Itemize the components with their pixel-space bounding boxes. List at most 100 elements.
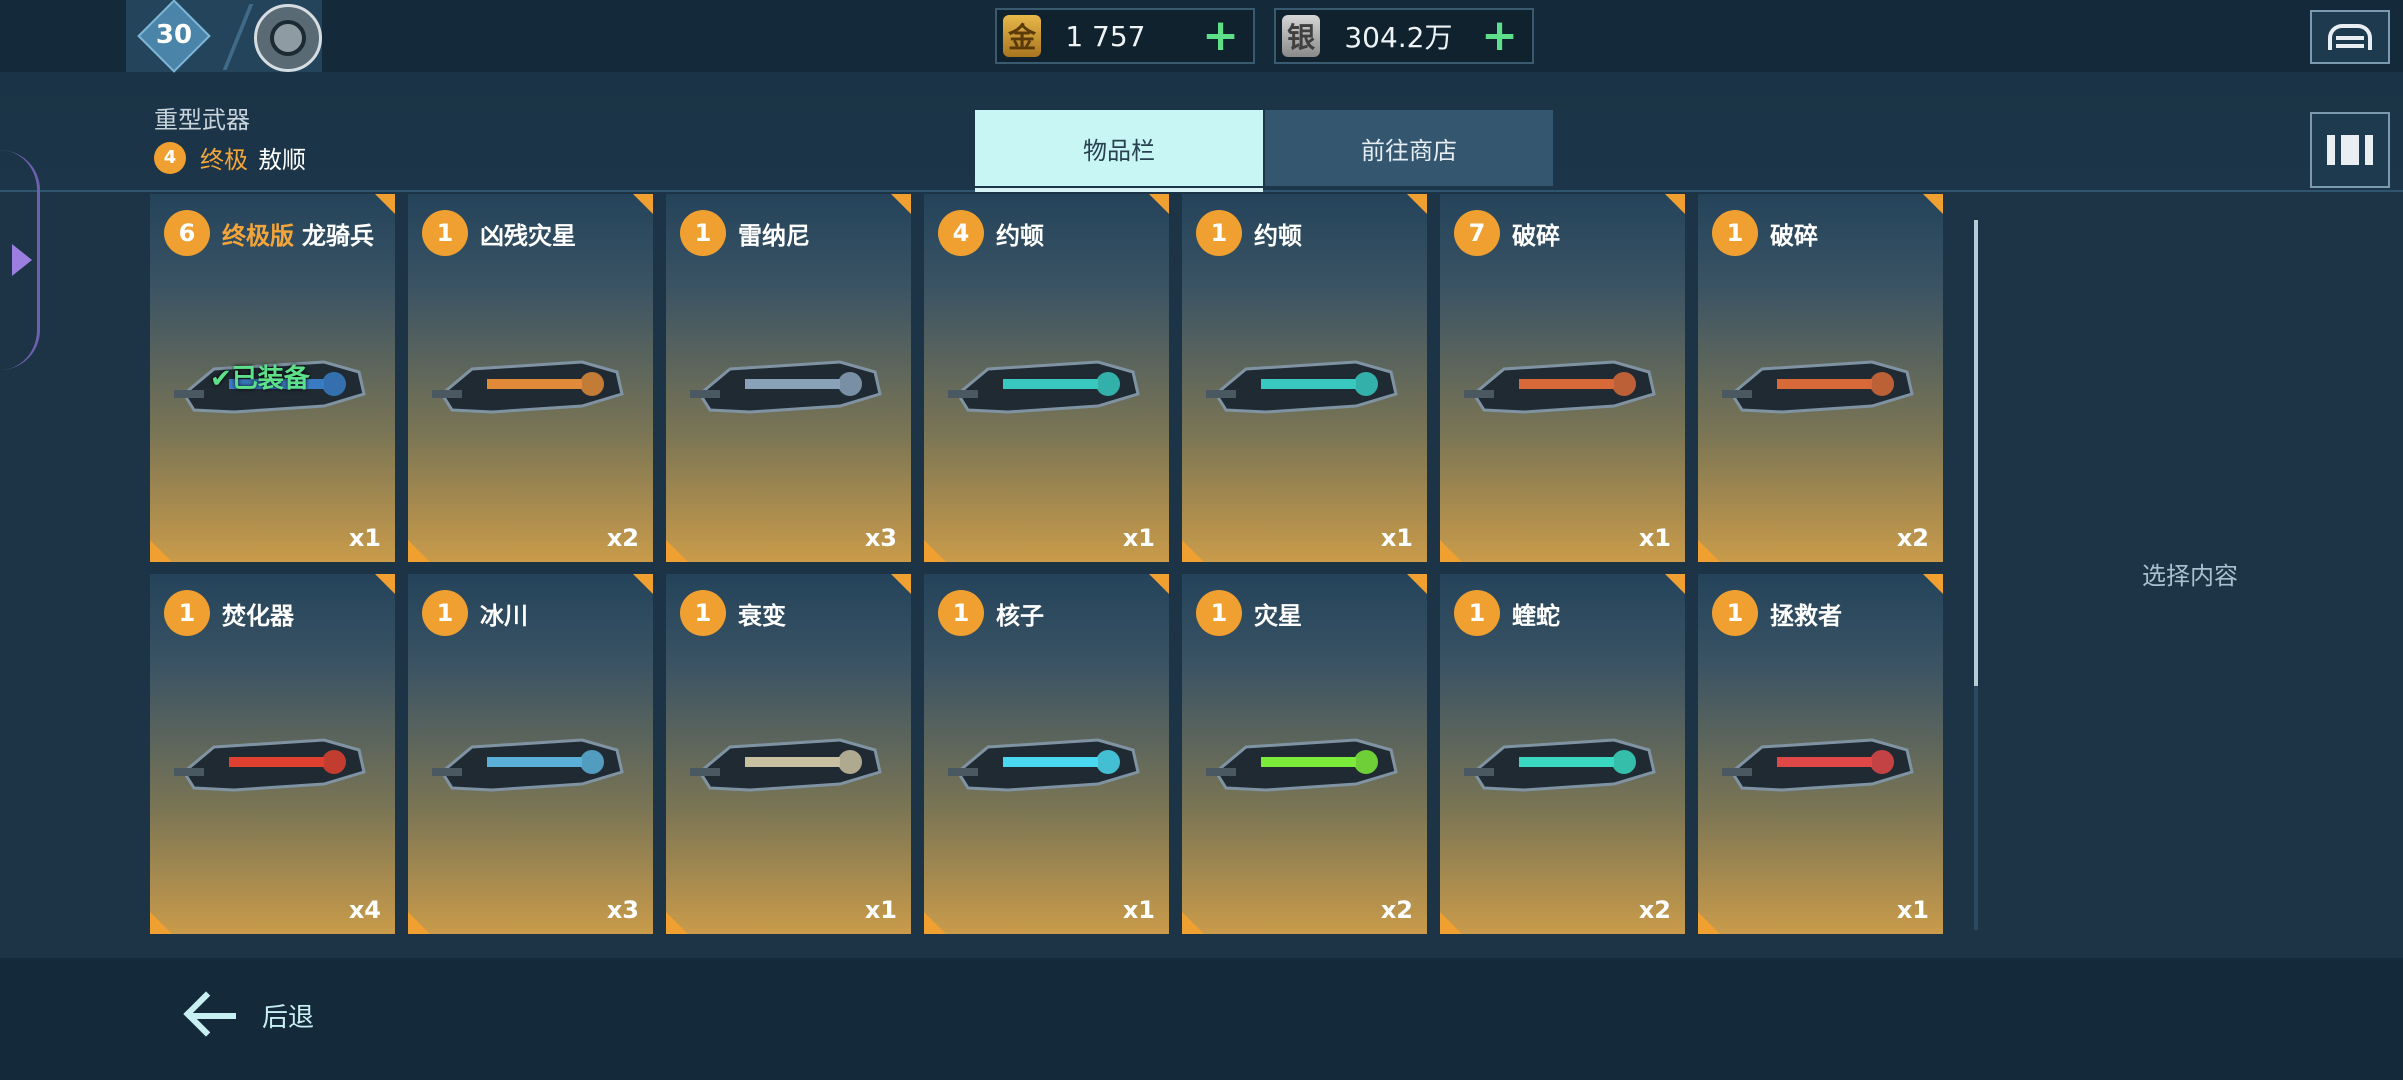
item-card[interactable]: 1 拯救者 x1	[1698, 574, 1943, 934]
item-quantity: x1	[1122, 896, 1155, 924]
item-level-badge: 1	[1196, 210, 1242, 256]
card-corner	[633, 194, 653, 214]
weapon-icon	[1206, 360, 1398, 414]
item-card[interactable]: 6 终极版 龙骑兵 ✔已装备 x1	[150, 194, 395, 562]
card-header: 1 衰变	[680, 590, 786, 636]
card-corner	[924, 912, 946, 934]
scrollbar-track[interactable]	[1974, 686, 1978, 930]
item-name: 拯救者	[1770, 601, 1842, 630]
item-card[interactable]: 1 核子 x1	[924, 574, 1169, 934]
item-card[interactable]: 1 衰变 x1	[666, 574, 911, 934]
item-name: 灾星	[1254, 601, 1302, 630]
player-level: 30	[155, 20, 193, 50]
item-name: 核子	[996, 601, 1044, 630]
item-name: 冰川	[480, 601, 528, 630]
item-level-badge: 6	[164, 210, 210, 256]
card-corner	[375, 194, 395, 214]
garage-icon	[2328, 24, 2372, 50]
item-level-badge: 1	[164, 590, 210, 636]
category-title: 重型武器	[154, 106, 250, 134]
item-name: 龙骑兵	[302, 221, 374, 250]
weapon-icon	[432, 738, 624, 792]
card-corner	[666, 540, 688, 562]
add-silver-button[interactable]: +	[1481, 14, 1518, 58]
weapon-icon	[690, 738, 882, 792]
scrollbar-thumb[interactable]	[1974, 220, 1978, 686]
active-tab-indicator	[975, 188, 1263, 192]
item-level-badge: 1	[1712, 210, 1758, 256]
item-level-badge: 1	[1196, 590, 1242, 636]
tab-inventory[interactable]: 物品栏	[975, 110, 1263, 186]
item-card[interactable]: 4 约顿 x1	[924, 194, 1169, 562]
card-corner	[1440, 540, 1462, 562]
item-level-badge: 1	[422, 590, 468, 636]
item-level-badge: 4	[938, 210, 984, 256]
item-name: 破碎	[1512, 221, 1560, 250]
weapon-icon	[948, 360, 1140, 414]
item-card[interactable]: 1 焚化器 x4	[150, 574, 395, 934]
item-name: 凶残灾星	[480, 221, 576, 250]
item-level-badge: 1	[422, 210, 468, 256]
item-quantity: x2	[606, 524, 639, 552]
item-card[interactable]: 1 凶残灾星 x2	[408, 194, 653, 562]
card-header: 1 冰川	[422, 590, 528, 636]
item-card[interactable]: 1 蝰蛇 x2	[1440, 574, 1685, 934]
card-header: 1 破碎	[1712, 210, 1818, 256]
card-corner	[924, 540, 946, 562]
item-quantity: x1	[1380, 524, 1413, 552]
card-corner	[1149, 194, 1169, 214]
card-header: 1 雷纳尼	[680, 210, 810, 256]
item-card[interactable]: 1 雷纳尼 x3	[666, 194, 911, 562]
item-name: 约顿	[1254, 221, 1302, 250]
item-card[interactable]: 1 灾星 x2	[1182, 574, 1427, 934]
weapon-icon	[1464, 360, 1656, 414]
item-quantity: x1	[1638, 524, 1671, 552]
tab-shop[interactable]: 前往商店	[1265, 110, 1553, 186]
card-header: 4 约顿	[938, 210, 1044, 256]
item-card[interactable]: 7 破碎 x1	[1440, 194, 1685, 562]
card-corner	[666, 912, 688, 934]
add-gold-button[interactable]: +	[1202, 14, 1239, 58]
back-label: 后退	[262, 1002, 315, 1033]
item-quantity: x2	[1380, 896, 1413, 924]
back-button[interactable]: 后退	[184, 990, 314, 1040]
card-corner	[1182, 912, 1204, 934]
item-card[interactable]: 1 破碎 x2	[1698, 194, 1943, 562]
expand-arrow-icon	[12, 244, 32, 276]
gold-currency: 金 1 757 +	[995, 8, 1255, 64]
item-card[interactable]: 1 冰川 x3	[408, 574, 653, 934]
card-header: 1 蝰蛇	[1454, 590, 1560, 636]
card-header: 1 灾星	[1196, 590, 1302, 636]
card-header: 1 约顿	[1196, 210, 1302, 256]
equipped-label: ✔已装备	[210, 364, 310, 394]
view-toggle-button[interactable]	[2310, 112, 2390, 188]
item-card[interactable]: 1 约顿 x1	[1182, 194, 1427, 562]
item-quantity: x3	[864, 524, 897, 552]
card-header: 1 拯救者	[1712, 590, 1842, 636]
card-corner	[375, 574, 395, 594]
card-corner	[1923, 194, 1943, 214]
weapon-icon	[174, 738, 366, 792]
filter-tier: 终极	[200, 146, 248, 174]
item-level-badge: 1	[938, 590, 984, 636]
rank-badge-icon[interactable]	[254, 4, 322, 72]
weapon-icon	[1206, 738, 1398, 792]
bottom-bar	[0, 958, 2403, 1080]
card-corner	[633, 574, 653, 594]
gold-value: 1 757	[1065, 19, 1146, 53]
card-corner	[1149, 574, 1169, 594]
card-corner	[1665, 574, 1685, 594]
card-corner	[1407, 194, 1427, 214]
item-name: 雷纳尼	[738, 221, 810, 250]
garage-button[interactable]	[2310, 10, 2390, 64]
category-filter[interactable]: 4 终极 敖顺	[154, 140, 306, 175]
weapon-icon	[690, 360, 882, 414]
weapon-icon	[432, 360, 624, 414]
card-corner	[1698, 912, 1720, 934]
card-corner	[150, 540, 172, 562]
item-name: 约顿	[996, 221, 1044, 250]
card-corner	[150, 912, 172, 934]
card-header: 7 破碎	[1454, 210, 1560, 256]
item-quantity: x3	[606, 896, 639, 924]
item-quantity: x1	[348, 524, 381, 552]
